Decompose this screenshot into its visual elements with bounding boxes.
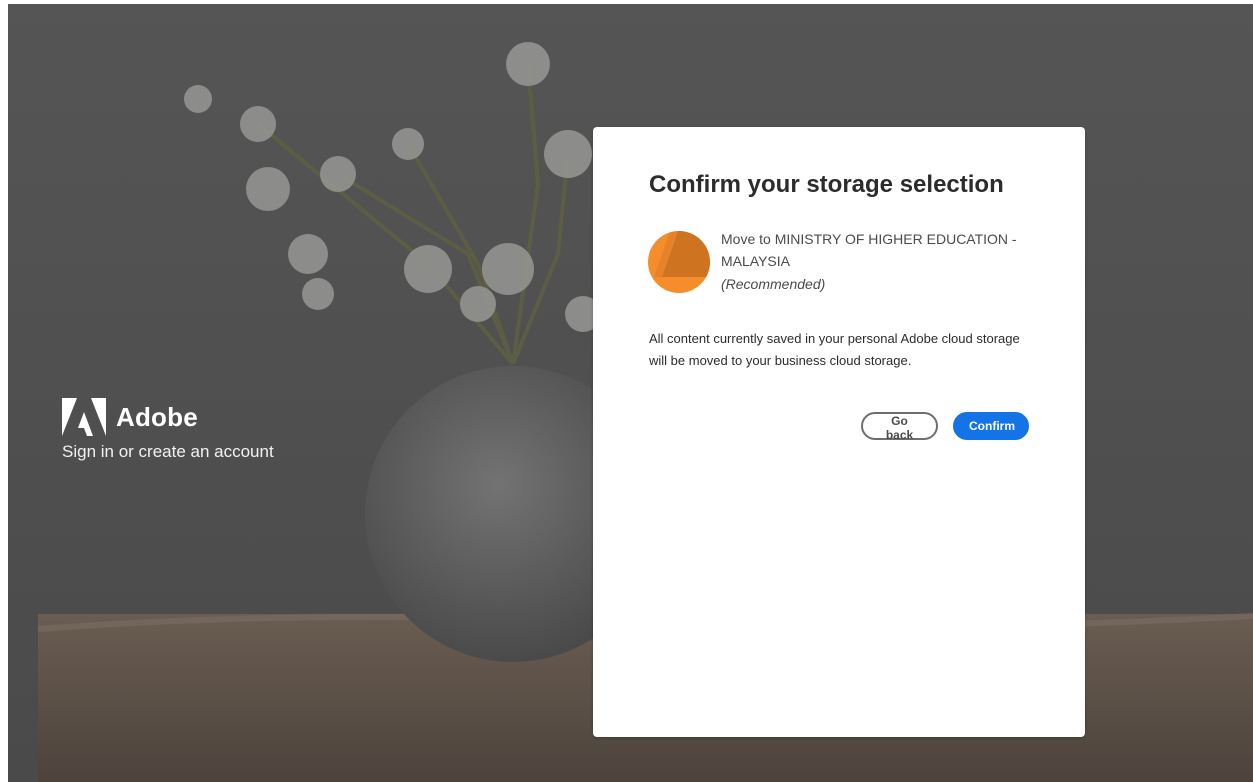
storage-option-note: (Recommended) (721, 276, 826, 292)
brand-name: Adobe (116, 401, 198, 432)
adobe-logo-icon (62, 398, 106, 436)
storage-dialog: Confirm your storage selection Move to M… (593, 127, 1085, 737)
confirm-button[interactable]: Confirm (953, 412, 1029, 440)
brand-tagline: Sign in or create an account (62, 442, 274, 461)
organization-avatar-icon (648, 231, 710, 293)
storage-option: Move to MINISTRY OF HIGHER EDUCATION - M… (721, 228, 1041, 295)
brand-row: Adobe (62, 398, 274, 436)
go-back-button[interactable]: Go back (861, 412, 938, 442)
dialog-title: Confirm your storage selection (649, 171, 1004, 198)
storage-option-label: Move to MINISTRY OF HIGHER EDUCATION - M… (721, 231, 1017, 269)
dialog-description: All content currently saved in your pers… (649, 331, 1020, 368)
sign-in-page: Adobe Sign in or create an account Confi… (0, 0, 1253, 782)
brand-panel: Adobe Sign in or create an account (62, 398, 274, 462)
